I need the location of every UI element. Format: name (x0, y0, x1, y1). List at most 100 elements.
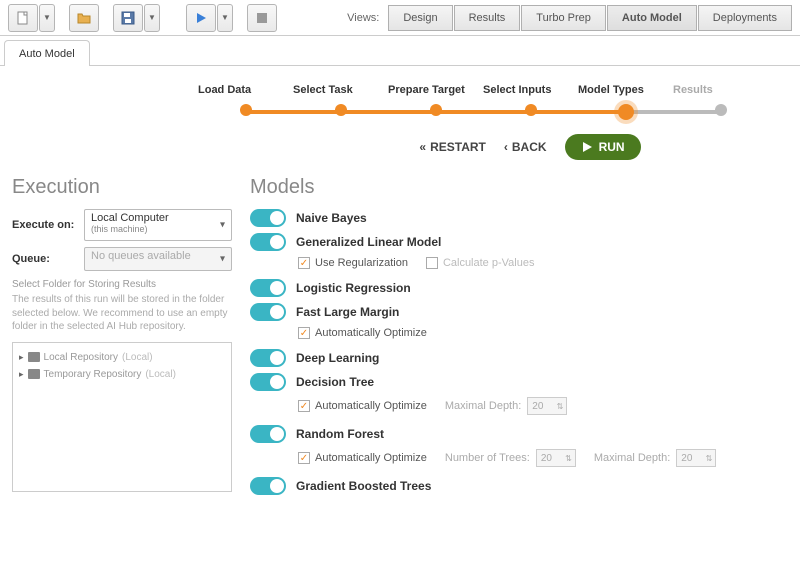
param-spinner[interactable]: 20 (536, 449, 576, 467)
model-options: Use Regularization Calculate p-Values (298, 257, 780, 269)
step-line (246, 110, 341, 114)
execute-on-label: Execute on: (12, 219, 78, 231)
checkbox-icon (298, 327, 310, 339)
restart-button[interactable]: « RESTART (419, 140, 485, 154)
model-toggle[interactable] (250, 477, 286, 495)
view-tab-results[interactable]: Results (454, 5, 521, 31)
tree-item-local[interactable]: ▸ Local Repository (Local) (17, 349, 227, 366)
model-toggle[interactable] (250, 349, 286, 367)
restart-label: RESTART (430, 140, 486, 154)
view-tab-design[interactable]: Design (388, 5, 452, 31)
model-row: Random Forest (250, 425, 780, 443)
execution-panel: Execution Execute on: Local Computer (th… (12, 176, 232, 547)
play-icon (194, 11, 208, 25)
option-label: Use Regularization (315, 257, 408, 269)
step-line (341, 110, 436, 114)
model-options: Automatically Optimize Maximal Depth: 20 (298, 397, 780, 415)
new-dropdown[interactable]: ▼ (39, 4, 55, 32)
model-row: Fast Large Margin (250, 303, 780, 321)
step-line (626, 110, 721, 114)
option-checkbox-wrap[interactable]: Calculate p-Values (426, 257, 535, 269)
option-checkbox-wrap[interactable]: Automatically Optimize (298, 400, 427, 412)
chevron-right-icon: ▸ (19, 369, 24, 380)
save-icon (120, 10, 136, 26)
restart-icon: « (419, 140, 426, 154)
model-toggle[interactable] (250, 209, 286, 227)
wizard-area: Load Data Select Task Prepare Target Sel… (0, 66, 800, 170)
view-tab-auto-model[interactable]: Auto Model (607, 5, 697, 31)
folder-open-icon (76, 10, 92, 26)
sub-tabbar: Auto Model (0, 36, 800, 66)
run-label: RUN (599, 140, 625, 154)
repository-tree[interactable]: ▸ Local Repository (Local) ▸ Temporary R… (12, 342, 232, 492)
model-name: Decision Tree (296, 375, 374, 389)
play-icon (581, 141, 593, 153)
model-row: Decision Tree (250, 373, 780, 391)
step-load-data[interactable]: Load Data (198, 84, 293, 96)
open-button[interactable] (69, 4, 99, 32)
run-toolbar-button[interactable] (186, 4, 216, 32)
option-checkbox-wrap[interactable]: Use Regularization (298, 257, 408, 269)
run-dropdown[interactable]: ▼ (217, 4, 233, 32)
folder-icon (28, 369, 40, 379)
checkbox-icon (298, 257, 310, 269)
option-label: Automatically Optimize (315, 400, 427, 412)
step-dot (525, 104, 537, 116)
queue-label: Queue: (12, 253, 78, 265)
save-dropdown[interactable]: ▼ (144, 4, 160, 32)
execution-title: Execution (12, 176, 232, 199)
save-button[interactable] (113, 4, 143, 32)
model-toggle[interactable] (250, 279, 286, 297)
new-button[interactable] (8, 4, 38, 32)
model-toggle[interactable] (250, 233, 286, 251)
models-title: Models (250, 176, 780, 199)
repo-name: Local Repository (44, 352, 118, 363)
param-label: Maximal Depth: (445, 400, 521, 412)
model-name: Fast Large Margin (296, 305, 399, 319)
option-checkbox-wrap[interactable]: Automatically Optimize (298, 452, 427, 464)
step-dot (335, 104, 347, 116)
back-button[interactable]: ‹ BACK (504, 140, 547, 154)
folder-title: Select Folder for Storing Results (12, 279, 232, 290)
model-options: Automatically Optimize (298, 327, 780, 339)
param-spinner[interactable]: 20 (676, 449, 716, 467)
option-label: Calculate p-Values (443, 257, 535, 269)
folder-hint: The results of this run will be stored i… (12, 293, 232, 334)
model-name: Deep Learning (296, 351, 379, 365)
queue-select: No queues available (84, 247, 232, 271)
model-toggle[interactable] (250, 425, 286, 443)
checkbox-icon (298, 452, 310, 464)
option-checkbox-wrap[interactable]: Automatically Optimize (298, 327, 427, 339)
back-label: BACK (512, 140, 547, 154)
step-dot (430, 104, 442, 116)
models-list: Naive Bayes Generalized Linear Model Use… (250, 209, 780, 495)
model-name: Random Forest (296, 427, 384, 441)
param-label: Number of Trees: (445, 452, 530, 464)
tree-item-temp[interactable]: ▸ Temporary Repository (Local) (17, 366, 227, 383)
view-tab-deployments[interactable]: Deployments (698, 5, 792, 31)
model-options: Automatically Optimize Number of Trees: … (298, 449, 780, 467)
sub-tab-auto-model[interactable]: Auto Model (4, 40, 90, 66)
model-toggle[interactable] (250, 373, 286, 391)
models-panel: Models Naive Bayes Generalized Linear Mo… (250, 176, 788, 547)
step-prepare-target[interactable]: Prepare Target (388, 84, 483, 96)
step-model-types[interactable]: Model Types (578, 84, 673, 96)
param-label: Maximal Depth: (594, 452, 670, 464)
model-toggle[interactable] (250, 303, 286, 321)
step-select-inputs[interactable]: Select Inputs (483, 84, 578, 96)
model-row: Logistic Regression (250, 279, 780, 297)
param-spinner[interactable]: 20 (527, 397, 567, 415)
new-file-icon (15, 10, 31, 26)
option-label: Automatically Optimize (315, 452, 427, 464)
view-tab-turbo-prep[interactable]: Turbo Prep (521, 5, 606, 31)
back-icon: ‹ (504, 140, 508, 154)
chevron-right-icon: ▸ (19, 352, 24, 363)
stop-toolbar-button[interactable] (247, 4, 277, 32)
step-select-task[interactable]: Select Task (293, 84, 388, 96)
execute-on-value: Local Computer (91, 212, 169, 224)
model-row: Deep Learning (250, 349, 780, 367)
execute-on-select[interactable]: Local Computer (this machine) (84, 209, 232, 241)
wizard-steps: Load Data Select Task Prepare Target Sel… (12, 84, 788, 120)
run-button[interactable]: RUN (565, 134, 641, 160)
repo-name: Temporary Repository (44, 369, 142, 380)
